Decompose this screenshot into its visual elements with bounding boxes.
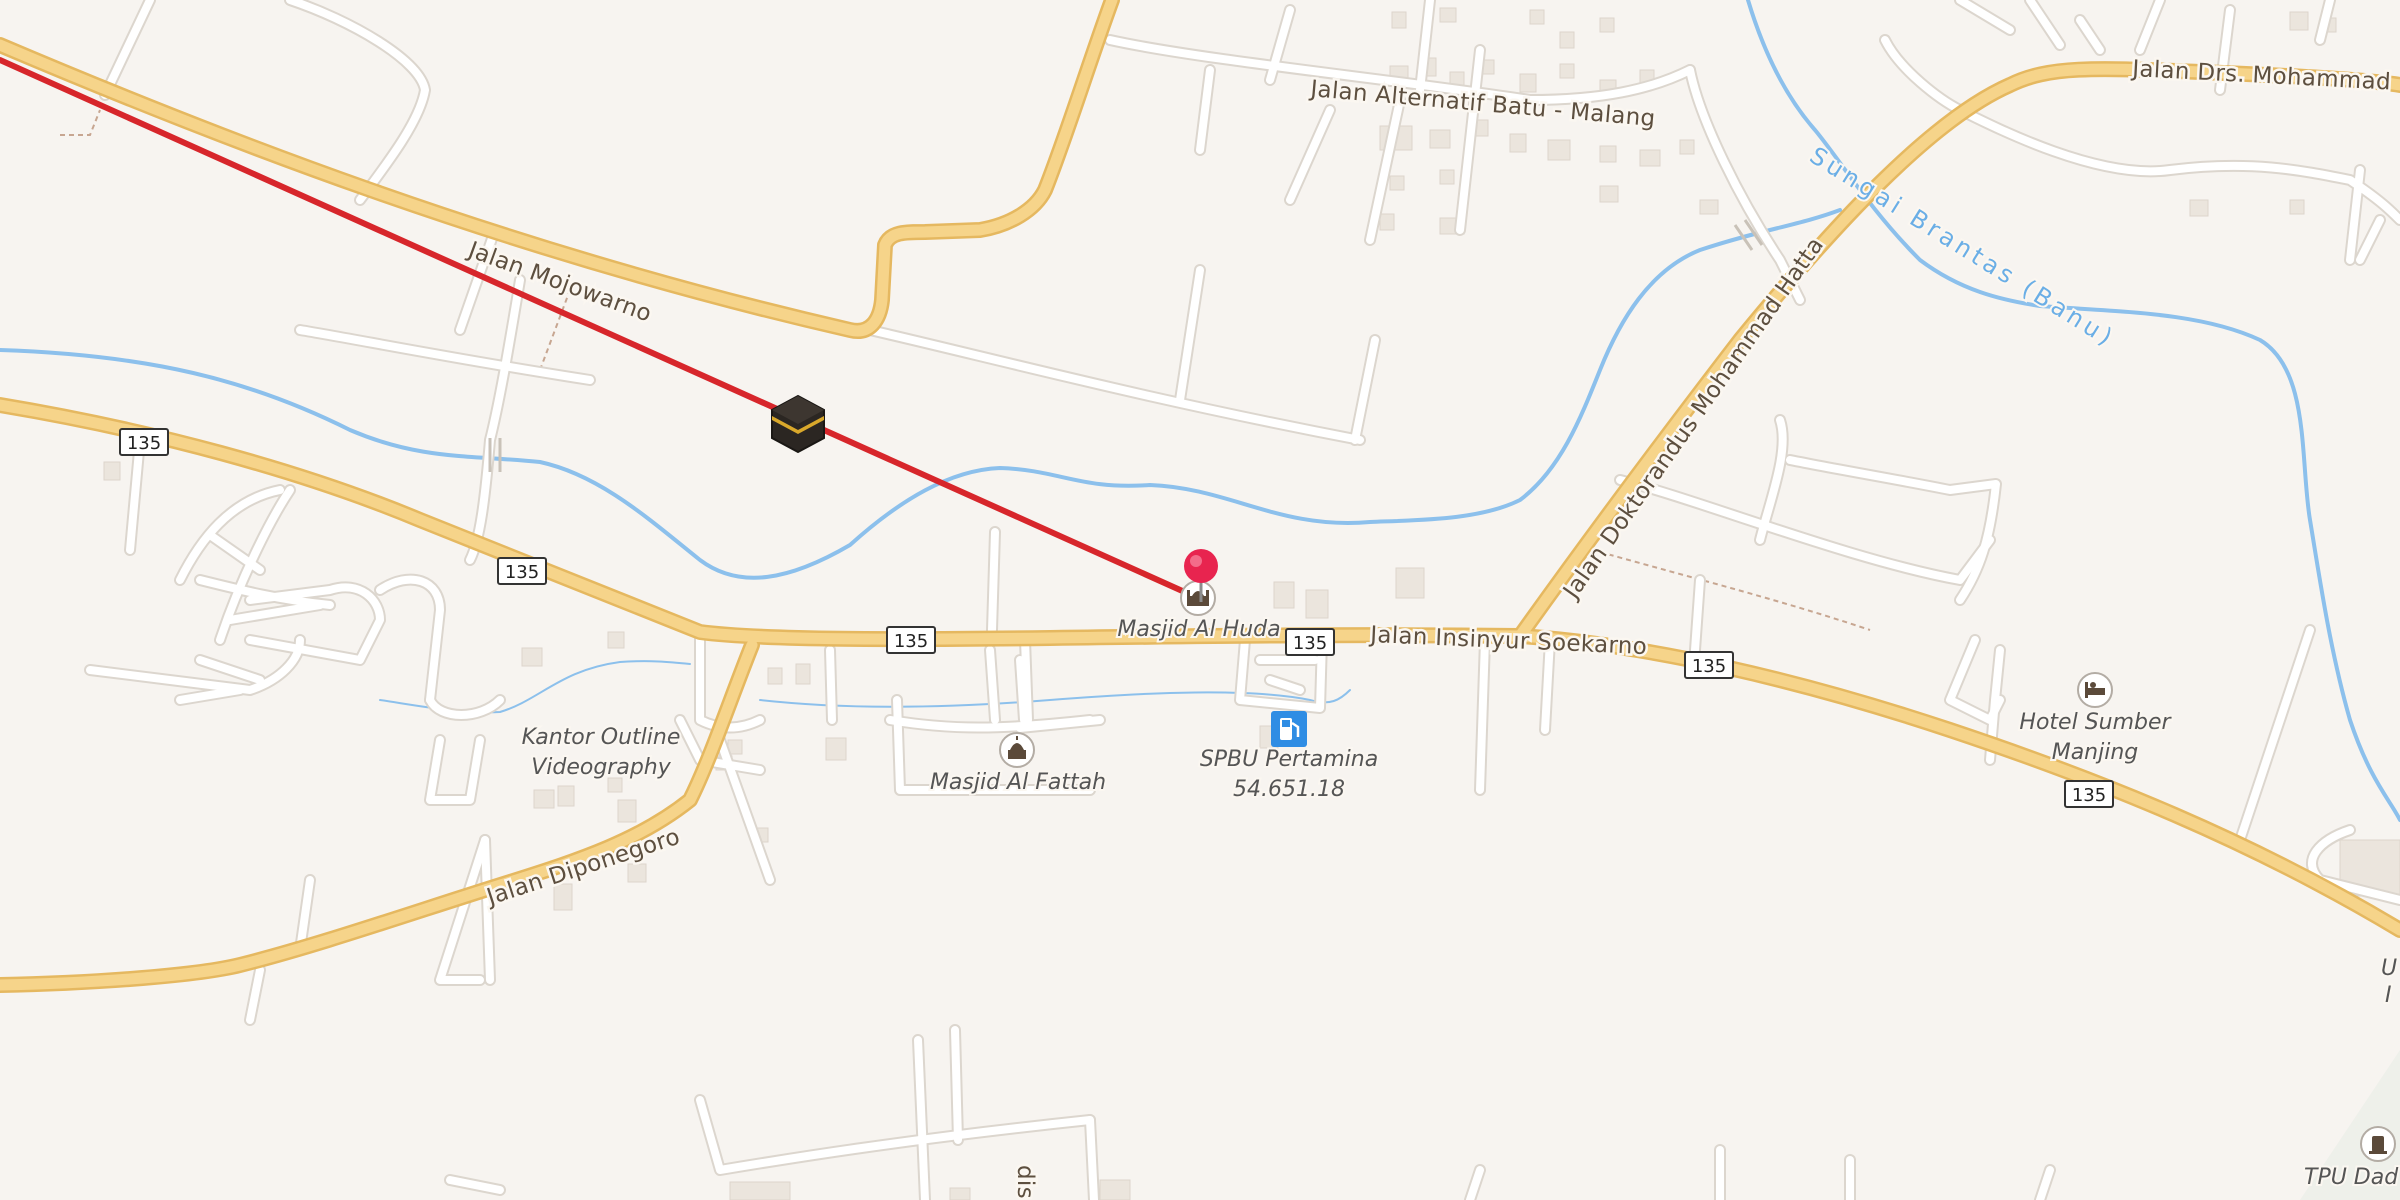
route-shield: 135 bbox=[2064, 780, 2114, 808]
poi-label-masjid-al-fattah[interactable]: Masjid Al Fattah bbox=[928, 768, 1108, 797]
route-shield: 135 bbox=[119, 428, 169, 456]
poi-label-kantor-outline[interactable]: Kantor Outline bbox=[520, 723, 683, 752]
bed-icon[interactable] bbox=[2077, 672, 2113, 708]
poi-label-hotel-2[interactable]: Manjing bbox=[2050, 738, 2141, 767]
poi-label-edge-u: U bbox=[2381, 956, 2397, 981]
poi-label-spbu[interactable]: SPBU Pertamina bbox=[1198, 745, 1380, 774]
road-label-dis: dis bbox=[1012, 1165, 1038, 1199]
svg-text:135: 135 bbox=[505, 562, 539, 583]
svg-text:135: 135 bbox=[894, 631, 928, 652]
poi-label-kantor-outline-2[interactable]: Videography bbox=[529, 753, 674, 782]
svg-text:135: 135 bbox=[1692, 656, 1726, 677]
route-shield: 135 bbox=[1285, 628, 1335, 656]
poi-label-edge-i: I bbox=[2385, 983, 2392, 1008]
mosque-icon[interactable] bbox=[999, 732, 1035, 768]
route-shield: 135 bbox=[886, 626, 936, 654]
grave-icon[interactable] bbox=[2360, 1126, 2396, 1162]
poi-label-spbu-2[interactable]: 54.651.18 bbox=[1231, 775, 1347, 804]
route-shield: 135 bbox=[1684, 651, 1734, 679]
poi-label-hotel[interactable]: Hotel Sumber bbox=[2017, 708, 2174, 737]
svg-text:135: 135 bbox=[127, 433, 161, 454]
poi-label-masjid-al-huda[interactable]: Masjid Al Huda bbox=[1115, 615, 1282, 644]
map-canvas[interactable]: Jalan Mojowarno Jalan Alternatif Batu - … bbox=[0, 0, 2400, 1200]
route-shield: 135 bbox=[497, 557, 547, 585]
svg-text:135: 135 bbox=[2072, 785, 2106, 806]
poi-label-tpu[interactable]: TPU Dad bbox=[2302, 1163, 2400, 1192]
svg-text:135: 135 bbox=[1293, 633, 1327, 654]
fuel-station-icon[interactable] bbox=[1271, 711, 1307, 747]
mosque-icon[interactable] bbox=[1180, 580, 1216, 616]
